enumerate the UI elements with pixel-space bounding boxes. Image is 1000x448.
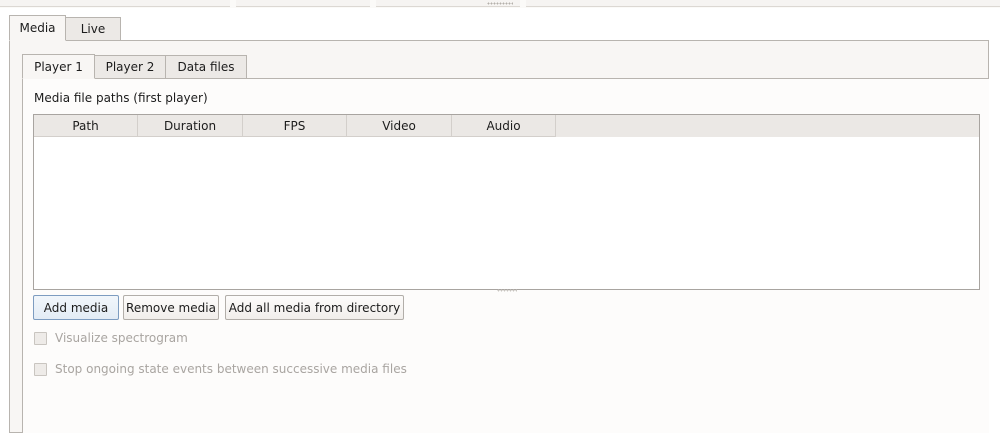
column-header-fps[interactable]: FPS [243, 115, 347, 137]
table-body[interactable] [34, 137, 979, 289]
top-right-pane-edge [526, 0, 1000, 7]
table-header: Path Duration FPS Video Audio [34, 115, 556, 137]
media-table[interactable]: Path Duration FPS Video Audio [33, 114, 980, 290]
top-mid-pane-edge [236, 0, 370, 7]
tab-media[interactable]: Media [9, 15, 66, 41]
window-top-strip [0, 0, 1000, 8]
column-header-duration[interactable]: Duration [138, 115, 243, 137]
media-file-paths-label: Media file paths (first player) [34, 91, 208, 105]
stop-state-events-label: Stop ongoing state events between succes… [55, 362, 407, 376]
column-header-audio[interactable]: Audio [452, 115, 556, 137]
tab-live[interactable]: Live [65, 17, 121, 41]
visualize-spectrogram-option: Visualize spectrogram [34, 330, 188, 346]
splitter-handle[interactable] [487, 2, 513, 5]
add-all-media-from-directory-button[interactable]: Add all media from directory [225, 295, 404, 320]
remove-media-button[interactable]: Remove media [123, 295, 219, 320]
visualize-spectrogram-label: Visualize spectrogram [55, 331, 188, 345]
visualize-spectrogram-checkbox[interactable] [34, 331, 47, 345]
tab-player-2[interactable]: Player 2 [94, 55, 166, 79]
column-header-path[interactable]: Path [34, 115, 138, 137]
top-left-pane-edge [0, 0, 230, 7]
stop-state-events-checkbox[interactable] [34, 362, 47, 376]
table-resize-handle[interactable] [497, 289, 517, 292]
column-header-video[interactable]: Video [347, 115, 452, 137]
add-media-button[interactable]: Add media [33, 295, 119, 320]
tab-player-1[interactable]: Player 1 [22, 54, 95, 79]
tab-data-files[interactable]: Data files [165, 55, 247, 79]
stop-state-events-option: Stop ongoing state events between succes… [34, 361, 407, 377]
